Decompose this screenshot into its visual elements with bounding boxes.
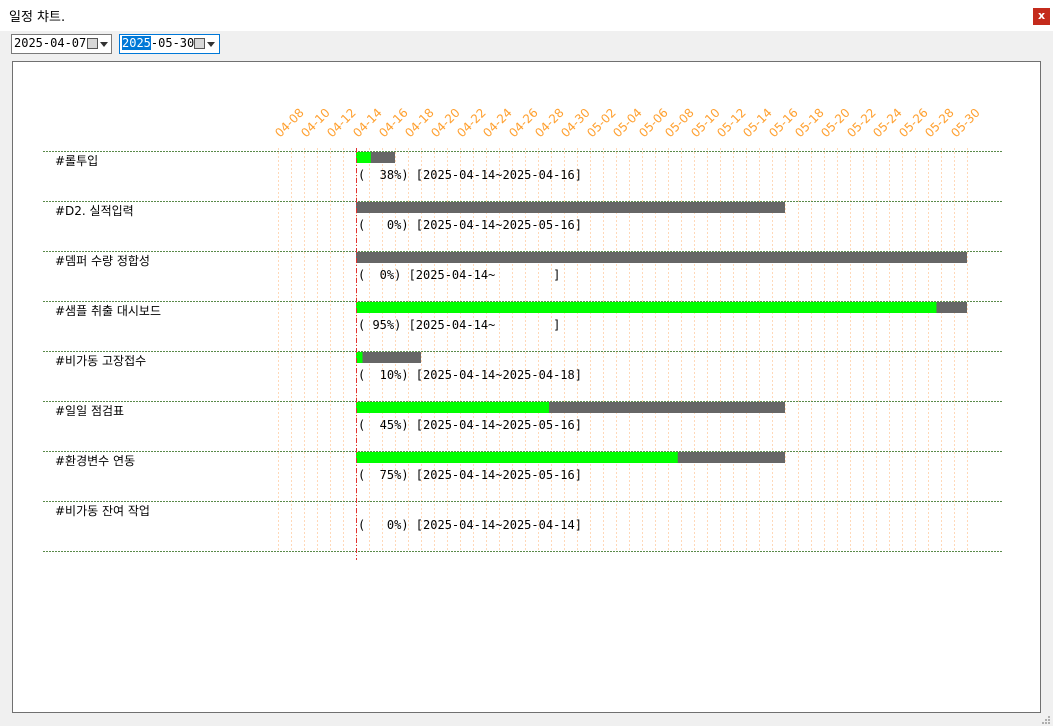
x-tick-label: 05-30 bbox=[948, 106, 983, 141]
task-label: ( 0%) [2025-04-14~ ] bbox=[358, 268, 560, 282]
gantt-chart: 04-0804-1004-1204-1404-1604-1804-2004-22… bbox=[43, 106, 1002, 560]
task-label: ( 10%) [2025-04-14~2025-04-18] bbox=[358, 368, 582, 382]
task-progress bbox=[356, 452, 678, 463]
task-progress bbox=[356, 402, 550, 413]
task-bar bbox=[356, 252, 967, 263]
task-progress bbox=[356, 302, 937, 313]
task-label: ( 95%) [2025-04-14~ ] bbox=[358, 318, 560, 332]
task-label: ( 38%) [2025-04-14~2025-04-16] bbox=[358, 168, 582, 182]
task-name: #뎀퍼 수량 정합성 bbox=[55, 254, 150, 268]
task-name: #비가동 잔여 작업 bbox=[55, 504, 150, 518]
window-title: 일정 챠트. bbox=[9, 10, 66, 25]
task-label: ( 45%) [2025-04-14~2025-05-16] bbox=[358, 418, 582, 432]
task-label: ( 0%) [2025-04-14~2025-05-16] bbox=[358, 218, 582, 232]
calendar-icon[interactable] bbox=[87, 38, 98, 49]
task-name: #샘플 취출 대시보드 bbox=[55, 304, 161, 318]
task-label: ( 75%) [2025-04-14~2025-05-16] bbox=[358, 468, 582, 482]
task-name: #D2. 실적입력 bbox=[55, 204, 134, 218]
end-date-year-selected: 2025 bbox=[122, 36, 151, 50]
start-date-picker[interactable]: 2025-04-07 bbox=[11, 34, 112, 54]
task-progress bbox=[356, 152, 371, 163]
end-date-value: 2025-05-30 bbox=[122, 36, 194, 50]
title-bar: 일정 챠트. x bbox=[0, 0, 1053, 31]
resize-grip-icon[interactable] bbox=[1040, 714, 1052, 726]
task-name: #일일 점검표 bbox=[55, 404, 124, 418]
chevron-down-icon[interactable] bbox=[100, 42, 108, 47]
start-date-value: 2025-04-07 bbox=[14, 36, 87, 50]
schedule-chart-panel: 04-08 04-10 04-12 04-14 04-16 04-18 04-20 04-22… bbox=[12, 61, 1041, 713]
task-name: #롤투입 bbox=[55, 154, 98, 168]
close-button[interactable]: x bbox=[1033, 8, 1050, 25]
end-date-rest: -05-30 bbox=[150, 36, 195, 50]
task-bar bbox=[356, 352, 421, 363]
chevron-down-icon[interactable] bbox=[207, 42, 215, 47]
calendar-icon[interactable] bbox=[194, 38, 205, 49]
task-bar bbox=[356, 202, 785, 213]
task-name: #환경변수 연동 bbox=[55, 454, 135, 468]
task-name: #비가동 고장접수 bbox=[55, 354, 146, 368]
end-date-picker[interactable]: 2025-05-30 bbox=[119, 34, 220, 54]
task-label: ( 0%) [2025-04-14~2025-04-14] bbox=[358, 518, 582, 532]
